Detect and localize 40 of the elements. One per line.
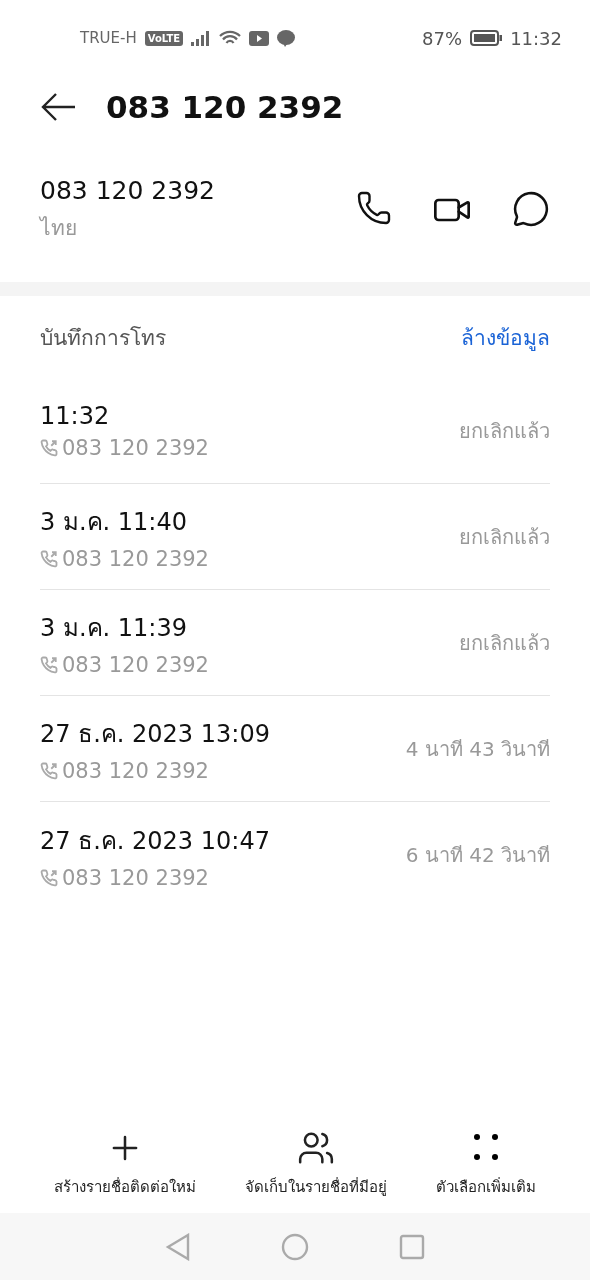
call-result: 4 นาที 43 วินาที <box>405 735 550 763</box>
call-result: ยกเลิกแล้ว <box>459 523 550 551</box>
call-icon[interactable] <box>356 190 392 226</box>
outgoing-call-icon <box>40 550 58 568</box>
back-icon[interactable] <box>40 92 76 122</box>
call-time: 3 ม.ค. 11:40 <box>40 507 188 538</box>
signal-icon <box>191 30 212 46</box>
video-app-icon <box>249 30 270 46</box>
call-time: 27 ธ.ค. 2023 13:09 <box>40 719 271 750</box>
call-number: 083 120 2392 <box>62 759 209 783</box>
action-button[interactable]: สร้างรายชื่อติดต่อใหม่ <box>54 1129 197 1199</box>
action-button[interactable]: จัดเก็บในรายชื่อที่มีอยู่ <box>245 1129 387 1199</box>
call-number: 083 120 2392 <box>62 865 209 890</box>
action-button[interactable]: ตัวเลือกเพิ่มเติม <box>435 1129 536 1199</box>
call-result: 6 นาที 42 วินาที <box>405 842 550 869</box>
clear-link[interactable]: ล้างข้อมูล <box>461 320 550 354</box>
wifi-icon <box>219 29 242 47</box>
phone-number: 083 120 2392 <box>40 176 216 205</box>
call-number: 083 120 2392 <box>62 547 209 571</box>
call-number: 083 120 2392 <box>62 653 209 677</box>
call-result: ยกเลิกแล้ว <box>459 417 550 445</box>
message-icon[interactable] <box>512 190 550 228</box>
region-label: ไทย <box>40 215 78 242</box>
outgoing-call-icon <box>40 656 58 674</box>
outgoing-call-icon <box>40 762 58 780</box>
call-time: 11:32 <box>40 401 111 430</box>
call-result: ยกเลิกแล้ว <box>459 629 550 657</box>
outgoing-call-icon <box>40 868 58 887</box>
clock: 11:32 <box>510 27 562 49</box>
outgoing-call-icon <box>40 438 58 457</box>
battery-icon <box>470 30 503 46</box>
chat-app-icon <box>277 29 296 47</box>
call-time: 3 ม.ค. 11:39 <box>40 613 188 644</box>
battery-percent: 87% <box>422 27 463 49</box>
call-number: 083 120 2392 <box>62 435 209 460</box>
section-title: บันทึกการโทร <box>40 324 166 352</box>
carrier-name: TRUE-H <box>80 29 137 47</box>
call-time: 27 ธ.ค. 2023 10:47 <box>40 825 271 857</box>
page-title: 083 120 2392 <box>106 89 344 125</box>
volte-badge: VoLTE <box>144 30 184 46</box>
